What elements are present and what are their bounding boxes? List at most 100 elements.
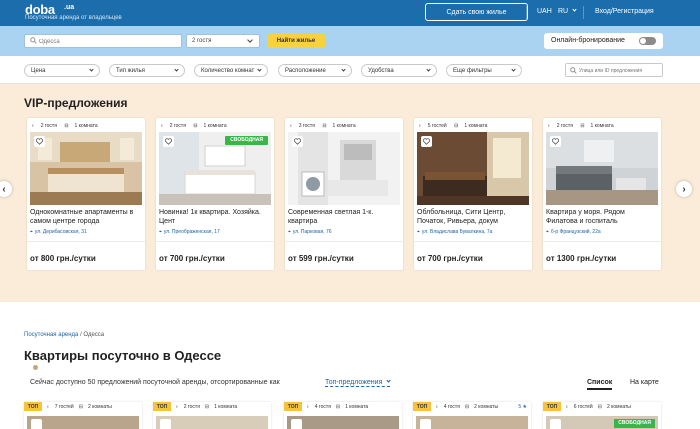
card-guests: 4 гостя (314, 404, 331, 410)
card-rooms: 1 комната (345, 404, 369, 410)
view-map-tab[interactable]: На карте (630, 379, 659, 386)
logo-tld: .ua (64, 4, 75, 11)
favorite-button[interactable] (550, 136, 561, 147)
card-photo[interactable] (288, 132, 400, 205)
card-guests: 3 гостя (298, 123, 315, 129)
favorite-button[interactable] (34, 136, 45, 147)
card-photo[interactable] (156, 416, 268, 429)
find-button[interactable]: Найти жилье (267, 34, 325, 48)
guests-icon: ♁ (31, 123, 35, 129)
card-photo[interactable] (27, 416, 139, 429)
guests-value: 2 гостя (192, 38, 212, 44)
chevron-down-icon (89, 67, 94, 72)
filter-price[interactable]: Цена (24, 64, 100, 77)
filter-more[interactable]: Еще фильтры (446, 64, 522, 77)
breadcrumb-home[interactable]: Посуточная аренда (24, 332, 78, 338)
card-rooms: 1 комната (464, 123, 488, 129)
guests-icon: ♁ (46, 404, 50, 410)
rooms-icon: ⊟ (580, 123, 585, 129)
favorite-button[interactable] (163, 136, 174, 147)
guests-icon: ♁ (160, 123, 164, 129)
heart-icon (294, 138, 301, 145)
post-listing-button[interactable]: Сдать свою жилье (425, 3, 528, 21)
carousel-next-button[interactable]: › (676, 181, 692, 197)
filter-location[interactable]: Расположение (278, 64, 352, 77)
filter-amenities[interactable]: Удобства (361, 64, 437, 77)
listing-card[interactable]: ТОП ♁ 7 гостей ⊟ 2 комнаты (24, 402, 142, 429)
card-address[interactable]: ⌖ ул. Парковая, 76 (288, 229, 332, 235)
chevron-right-icon: › (682, 183, 686, 195)
login-link[interactable]: Вход/Регистрация (595, 8, 654, 15)
card-guests: 5 гостей (427, 123, 447, 129)
city-field[interactable] (24, 34, 182, 48)
listing-card[interactable]: ТОП ♁ 4 гостя ⊟ 1 комната (284, 402, 402, 429)
guests-select[interactable]: 2 гостя (186, 34, 260, 48)
city-input[interactable] (39, 36, 179, 47)
card-photo[interactable] (546, 132, 658, 205)
card-rooms: 2 комнаты (87, 404, 112, 410)
favorite-button[interactable] (160, 419, 171, 429)
language-select[interactable]: RU (558, 7, 577, 15)
card-price: от 599 грн./сутки (288, 254, 354, 263)
search-icon (570, 67, 577, 74)
page-title: Квартиры посуточно в Одессе (24, 348, 222, 363)
guests-icon: ♁ (547, 123, 551, 129)
vip-card[interactable]: ♁ 5 гостей ⊟ 1 комната Облбольница, Сити Ц… (414, 118, 532, 270)
card-photo[interactable]: СВОБОДНАЯ (159, 132, 271, 205)
filter-label: Количество комнат (201, 68, 255, 74)
card-photo[interactable] (287, 416, 399, 429)
chevron-down-icon (511, 67, 516, 72)
listing-card[interactable]: ТОП ♁ 4 гостя ⊟ 2 комнаты 5 ★ (413, 402, 531, 429)
card-photo[interactable] (30, 132, 142, 205)
card-title[interactable]: Облбольница, Сити Центр, Початок, Ривьер… (417, 208, 529, 226)
favorite-button[interactable] (292, 136, 303, 147)
card-meta: ♁ 7 гостей ⊟ 2 комнаты (46, 404, 117, 410)
guests-icon: ♁ (565, 404, 569, 410)
filter-type[interactable]: Тип жилья (109, 64, 185, 77)
card-price: от 700 грн./сутки (159, 254, 225, 263)
card-rooms: 1 комната (214, 404, 238, 410)
favorite-button[interactable] (420, 419, 431, 429)
vip-title: VIP-предложения (24, 96, 128, 110)
currency-select[interactable]: UAH (537, 8, 552, 15)
card-photo[interactable] (417, 132, 529, 205)
breadcrumb-current: Одесса (83, 332, 105, 338)
rooms-icon: ⊟ (322, 123, 327, 129)
favorite-button[interactable] (421, 136, 432, 147)
online-booking-toggle[interactable] (639, 37, 656, 45)
rooms-icon: ⊟ (454, 123, 459, 129)
card-photo[interactable]: СВОБОДНАЯ (546, 416, 658, 429)
card-price: от 800 грн./сутки (30, 254, 96, 263)
card-title[interactable]: Современная светлая 1-к. квартира (288, 208, 400, 226)
card-address[interactable]: ⌖ б-р Французский, 22а (546, 229, 601, 235)
vip-card[interactable]: ♁ 3 гостя ⊟ 1 комната Современная светлая … (285, 118, 403, 270)
listing-card[interactable]: ТОП ♁ 2 гостя ⊟ 1 комната (153, 402, 271, 429)
card-title[interactable]: Однокомнатные апартаменты в самом центре… (30, 208, 142, 226)
guests-icon: ♁ (289, 123, 293, 129)
rooms-icon: ⊟ (204, 404, 210, 410)
card-address[interactable]: ⌖ ул. Преображенская, 17 (159, 229, 220, 235)
rooms-icon: ⊟ (597, 404, 602, 410)
card-rooms: 1 комната (590, 123, 614, 129)
card-address[interactable]: ⌖ ул. Владислава Бувалкина, 7а (417, 229, 492, 235)
vip-card[interactable]: ♁ 2 гостя ⊟ 1 комната Однокомнатные апарта… (27, 118, 145, 270)
favorite-button[interactable] (291, 419, 302, 429)
filter-rooms[interactable]: Количество комнат (194, 64, 268, 77)
map-pin-icon: ⌖ (417, 229, 420, 235)
favorite-button[interactable] (550, 419, 561, 429)
card-guests: 2 гостя (183, 404, 200, 410)
card-address[interactable]: ⌖ ул. Дерибасовская, 31 (30, 229, 87, 235)
vip-card[interactable]: ♁ 2 гостя ⊟ 1 комната Квартира у моря. Ряд… (543, 118, 661, 270)
card-title[interactable]: Новинка! 1к квартира. Хозяйка. Цент (159, 208, 271, 226)
filter-bar: Цена Тип жилья Количество комнат Располо… (0, 56, 700, 84)
vip-card[interactable]: ♁ 2 гостя ⊟ 1 комната СВОБОДНАЯ Новинка! 1… (156, 118, 274, 270)
card-title[interactable]: Квартира у моря. Рядом Филатова и госпит… (546, 208, 658, 226)
favorite-button[interactable] (31, 419, 42, 429)
view-list-tab[interactable]: Список (587, 379, 613, 390)
id-search-input[interactable] (579, 65, 661, 76)
sort-select[interactable]: Топ-предложения (325, 378, 391, 387)
listing-card[interactable]: ТОП ♁ 6 гостей ⊟ 2 комнаты СВОБОДНАЯ (543, 402, 661, 429)
id-search-field[interactable] (565, 63, 663, 77)
rooms-icon: ⊟ (64, 123, 69, 129)
card-photo[interactable] (416, 416, 528, 429)
